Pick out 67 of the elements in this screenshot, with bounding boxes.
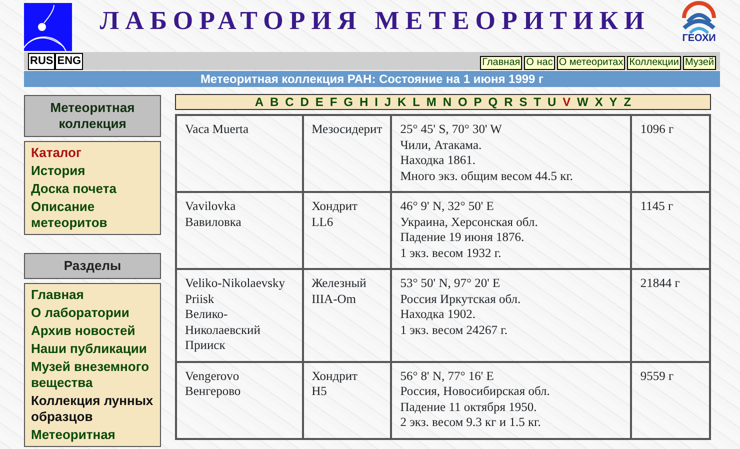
letter-link[interactable]: L bbox=[412, 95, 420, 109]
menu-link[interactable]: Главная bbox=[31, 286, 154, 304]
section-heading: Разделы bbox=[24, 253, 161, 279]
menu-link[interactable]: Описание метеоритов bbox=[31, 198, 154, 232]
letter-link[interactable]: N bbox=[442, 95, 452, 109]
letter-link[interactable]: M bbox=[426, 95, 436, 109]
meteorite-details: 53° 50' N, 97° 20' E Россия Иркутская обл. Находка 1902. 1 экз. весом 24267 г. bbox=[391, 269, 632, 362]
site-title: ЛАБОРАТОРИЯ МЕТЕОРИТИКИ bbox=[100, 5, 650, 37]
letter-link[interactable]: Z bbox=[624, 95, 632, 109]
meteorite-class: Хондрит LL6 bbox=[302, 192, 392, 269]
nav-link[interactable]: О нас bbox=[524, 56, 555, 70]
meteorite-class: Железный IIIA-Om bbox=[302, 269, 392, 362]
letter-link[interactable]: A bbox=[254, 95, 264, 109]
letter-link[interactable]: G bbox=[344, 95, 353, 109]
meteorite-mass: 1145 г bbox=[631, 192, 710, 269]
letter-link[interactable]: X bbox=[594, 95, 603, 109]
menu-link[interactable]: Коллекция лунных образцов bbox=[31, 392, 154, 426]
nav-link[interactable]: Музей bbox=[682, 56, 716, 70]
menu-link[interactable]: Наши публикации bbox=[31, 340, 154, 358]
nav-link[interactable]: О метеоритах bbox=[556, 56, 626, 70]
lab-logo bbox=[24, 3, 72, 51]
meteorite-details: 25° 45' S, 70° 30' W Чили, Атакама. Находка 1861. Много экз. общим весом 44.5 кг. bbox=[391, 115, 632, 192]
meteorite-details: 46° 9' N, 32° 50' E Украина, Херсонская обл. Падение 19 июня 1876. 1 экз. весом 1932 г. bbox=[391, 192, 632, 269]
menu-link[interactable]: Архив новостей bbox=[31, 322, 154, 340]
menu-link[interactable]: Каталог bbox=[31, 144, 154, 162]
letter-link[interactable]: D bbox=[300, 95, 309, 109]
letter-link[interactable]: U bbox=[547, 95, 556, 109]
letter-link[interactable]: P bbox=[474, 95, 482, 109]
menu-link[interactable]: История bbox=[31, 162, 154, 180]
letter-link[interactable]: V bbox=[562, 95, 571, 109]
letter-link[interactable]: K bbox=[398, 95, 406, 109]
letter-link[interactable]: Y bbox=[609, 95, 618, 109]
meteorite-details: 56° 8' N, 77° 16' E Россия, Новосибирская обл. Падение 11 октября 1950. 2 экз. весом 9.3 кг и 1.5 кг. bbox=[391, 362, 632, 438]
meteorite-mass: 1096 г bbox=[631, 115, 710, 192]
letter-link[interactable]: C bbox=[285, 95, 294, 109]
geokhi-logo-icon bbox=[680, 0, 718, 34]
letter-link[interactable]: J bbox=[384, 95, 392, 109]
menu-link[interactable]: Доска почета bbox=[31, 180, 154, 198]
logo-text: ГЕОХИ bbox=[682, 34, 716, 44]
nav-link[interactable]: Главная bbox=[480, 56, 522, 70]
letter-link[interactable]: B bbox=[270, 95, 279, 109]
letter-link[interactable]: E bbox=[315, 95, 324, 109]
letter-link[interactable]: I bbox=[374, 95, 378, 109]
meteorite-name: Vaca Muerta bbox=[176, 115, 303, 192]
meteorite-name: Vengerovo Венгерово bbox=[176, 362, 303, 438]
letter-link[interactable]: T bbox=[534, 95, 541, 109]
nav-link[interactable]: Коллекции bbox=[627, 56, 681, 70]
collection-banner: Метеоритная коллекция РАН: Состояние на 1 июня 1999 г bbox=[24, 71, 720, 87]
meteorite-class: Хондрит H5 bbox=[302, 362, 392, 438]
meteorite-class: Мезосидерит bbox=[302, 115, 392, 192]
letter-link[interactable]: W bbox=[577, 95, 588, 109]
letter-link[interactable]: F bbox=[330, 95, 338, 109]
letter-link[interactable]: H bbox=[359, 95, 368, 109]
letter-link[interactable]: Q bbox=[488, 95, 498, 109]
language-button[interactable]: ENG bbox=[55, 52, 84, 70]
letter-link[interactable]: R bbox=[504, 95, 513, 109]
meteorite-mass: 21844 г bbox=[631, 269, 710, 362]
letter-link[interactable]: S bbox=[519, 95, 528, 109]
meteorite-name: Vavilovka Вавиловка bbox=[176, 192, 303, 269]
meteorite-mass: 9559 г bbox=[631, 362, 710, 438]
menu-link[interactable]: Музей внеземного вещества bbox=[31, 358, 154, 392]
meteorite-name: Veliko-Nikolaevsky Priisk Велико- Николаевский Прииск bbox=[176, 269, 303, 362]
menu-link[interactable]: Метеоритная bbox=[31, 426, 154, 444]
section-heading: Метеоритная коллекция bbox=[24, 95, 161, 137]
menu-link[interactable]: О лаборатории bbox=[31, 304, 154, 322]
language-button[interactable]: RUS bbox=[28, 52, 56, 70]
letter-link[interactable]: O bbox=[458, 95, 468, 109]
